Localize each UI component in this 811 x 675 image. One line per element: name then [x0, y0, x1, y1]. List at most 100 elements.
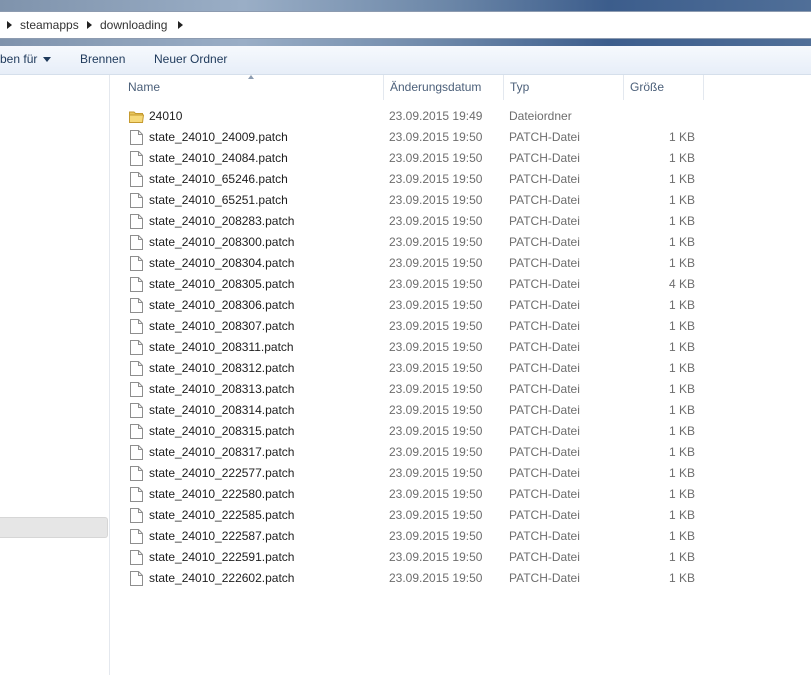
file-name: state_24010_208312.patch	[149, 361, 295, 375]
file-name: state_24010_208315.patch	[149, 424, 295, 438]
file-size: 1 KB	[668, 382, 695, 396]
file-name: state_24010_222580.patch	[149, 487, 295, 501]
window-titlebar: steamapps downloading	[0, 0, 811, 46]
file-icon	[130, 130, 143, 145]
file-modified: 23.09.2015 19:50	[389, 193, 483, 207]
file-size: 1 KB	[668, 361, 695, 375]
file-row[interactable]: state_24010_208313.patch 23.09.2015 19:50…	[110, 379, 811, 400]
chevron-down-icon	[43, 57, 52, 63]
breadcrumb-separator-icon[interactable]	[87, 21, 92, 29]
file-row[interactable]: state_24010_208283.patch 23.09.2015 19:50…	[110, 211, 811, 232]
file-name: state_24010_208314.patch	[149, 403, 295, 417]
file-row[interactable]: state_24010_222602.patch 23.09.2015 19:50…	[110, 568, 811, 589]
file-size: 1 KB	[668, 466, 695, 480]
file-icon	[130, 466, 143, 481]
file-row[interactable]: state_24010_222591.patch 23.09.2015 19:50…	[110, 547, 811, 568]
burn-button[interactable]: Brennen	[80, 46, 125, 74]
file-type: PATCH-Datei	[509, 382, 580, 396]
file-modified: 23.09.2015 19:50	[389, 361, 483, 375]
file-row[interactable]: state_24010_24084.patch 23.09.2015 19:50 P…	[110, 148, 811, 169]
file-name: state_24010_24084.patch	[149, 151, 288, 165]
file-icon	[130, 445, 143, 460]
breadcrumb-item-downloading[interactable]: downloading	[100, 12, 167, 38]
file-type: PATCH-Datei	[509, 466, 580, 480]
command-bar: ben für Brennen Neuer Ordner	[0, 46, 811, 75]
file-icon	[130, 550, 143, 565]
file-name: 24010	[149, 109, 183, 123]
file-modified: 23.09.2015 19:50	[389, 256, 483, 270]
file-icon	[130, 172, 143, 187]
column-header-size[interactable]: Größe	[624, 75, 704, 100]
file-size: 1 KB	[668, 130, 695, 144]
file-type: PATCH-Datei	[509, 571, 580, 585]
file-modified: 23.09.2015 19:50	[389, 487, 483, 501]
file-type: PATCH-Datei	[509, 424, 580, 438]
file-name: state_24010_222591.patch	[149, 550, 295, 564]
file-row[interactable]: state_24010_208304.patch 23.09.2015 19:50…	[110, 253, 811, 274]
file-modified: 23.09.2015 19:50	[389, 571, 483, 585]
nav-selected-item[interactable]	[0, 517, 108, 538]
file-row[interactable]: state_24010_222585.patch 23.09.2015 19:50…	[110, 505, 811, 526]
file-modified: 23.09.2015 19:50	[389, 550, 483, 564]
file-type: PATCH-Datei	[509, 361, 580, 375]
file-modified: 23.09.2015 19:50	[389, 172, 483, 186]
file-icon	[130, 403, 143, 418]
file-modified: 23.09.2015 19:50	[389, 130, 483, 144]
file-modified: 23.09.2015 19:50	[389, 382, 483, 396]
column-header-type[interactable]: Typ	[504, 75, 624, 100]
file-name: state_24010_208307.patch	[149, 319, 295, 333]
file-row[interactable]: state_24010_24009.patch 23.09.2015 19:50 P…	[110, 127, 811, 148]
file-type: PATCH-Datei	[509, 130, 580, 144]
file-type: PATCH-Datei	[509, 235, 580, 249]
file-type: PATCH-Datei	[509, 151, 580, 165]
file-icon	[130, 256, 143, 271]
share-with-button[interactable]: ben für	[0, 46, 52, 74]
file-row[interactable]: state_24010_208307.patch 23.09.2015 19:50…	[110, 316, 811, 337]
file-size	[629, 106, 695, 127]
file-row[interactable]: 24010 23.09.2015 19:49 Dateiordner	[110, 106, 811, 127]
navigation-pane[interactable]	[0, 75, 110, 675]
file-row[interactable]: state_24010_208300.patch 23.09.2015 19:50…	[110, 232, 811, 253]
file-size: 1 KB	[668, 319, 695, 333]
file-row[interactable]: state_24010_208317.patch 23.09.2015 19:50…	[110, 442, 811, 463]
breadcrumb-separator-icon[interactable]	[178, 21, 183, 29]
breadcrumb-separator-icon[interactable]	[7, 21, 12, 29]
file-name: state_24010_208311.patch	[149, 340, 294, 354]
file-modified: 23.09.2015 19:50	[389, 508, 483, 522]
file-icon	[130, 508, 143, 523]
file-row[interactable]: state_24010_208311.patch 23.09.2015 19:50…	[110, 337, 811, 358]
file-type: PATCH-Datei	[509, 340, 580, 354]
file-row[interactable]: state_24010_208306.patch 23.09.2015 19:50…	[110, 295, 811, 316]
file-type: Dateiordner	[509, 109, 572, 123]
file-size: 1 KB	[668, 487, 695, 501]
address-bar[interactable]: steamapps downloading	[0, 11, 811, 39]
file-type: PATCH-Datei	[509, 319, 580, 333]
file-name: state_24010_222602.patch	[149, 571, 295, 585]
file-size: 1 KB	[668, 151, 695, 165]
file-row[interactable]: state_24010_208312.patch 23.09.2015 19:50…	[110, 358, 811, 379]
file-modified: 23.09.2015 19:49	[389, 109, 483, 123]
new-folder-button[interactable]: Neuer Ordner	[154, 46, 227, 74]
file-modified: 23.09.2015 19:50	[389, 214, 483, 228]
file-icon	[130, 361, 143, 376]
breadcrumb-item-steamapps[interactable]: steamapps	[20, 12, 79, 38]
file-type: PATCH-Datei	[509, 529, 580, 543]
file-name: state_24010_208300.patch	[149, 235, 295, 249]
file-name: state_24010_208306.patch	[149, 298, 295, 312]
file-type: PATCH-Datei	[509, 172, 580, 186]
file-row[interactable]: state_24010_222587.patch 23.09.2015 19:50…	[110, 526, 811, 547]
file-row[interactable]: state_24010_65246.patch 23.09.2015 19:50 P…	[110, 169, 811, 190]
file-row[interactable]: state_24010_208305.patch 23.09.2015 19:50…	[110, 274, 811, 295]
file-row[interactable]: state_24010_208314.patch 23.09.2015 19:50…	[110, 400, 811, 421]
file-row[interactable]: state_24010_222580.patch 23.09.2015 19:50…	[110, 484, 811, 505]
file-icon	[130, 529, 143, 544]
file-row[interactable]: state_24010_222577.patch 23.09.2015 19:50…	[110, 463, 811, 484]
file-type: PATCH-Datei	[509, 256, 580, 270]
column-header-name[interactable]: Name	[122, 75, 384, 100]
file-size: 1 KB	[668, 193, 695, 207]
file-row[interactable]: state_24010_208315.patch 23.09.2015 19:50…	[110, 421, 811, 442]
file-modified: 23.09.2015 19:50	[389, 340, 483, 354]
file-size: 1 KB	[668, 340, 695, 354]
column-header-modified[interactable]: Änderungsdatum	[384, 75, 504, 100]
file-row[interactable]: state_24010_65251.patch 23.09.2015 19:50 P…	[110, 190, 811, 211]
